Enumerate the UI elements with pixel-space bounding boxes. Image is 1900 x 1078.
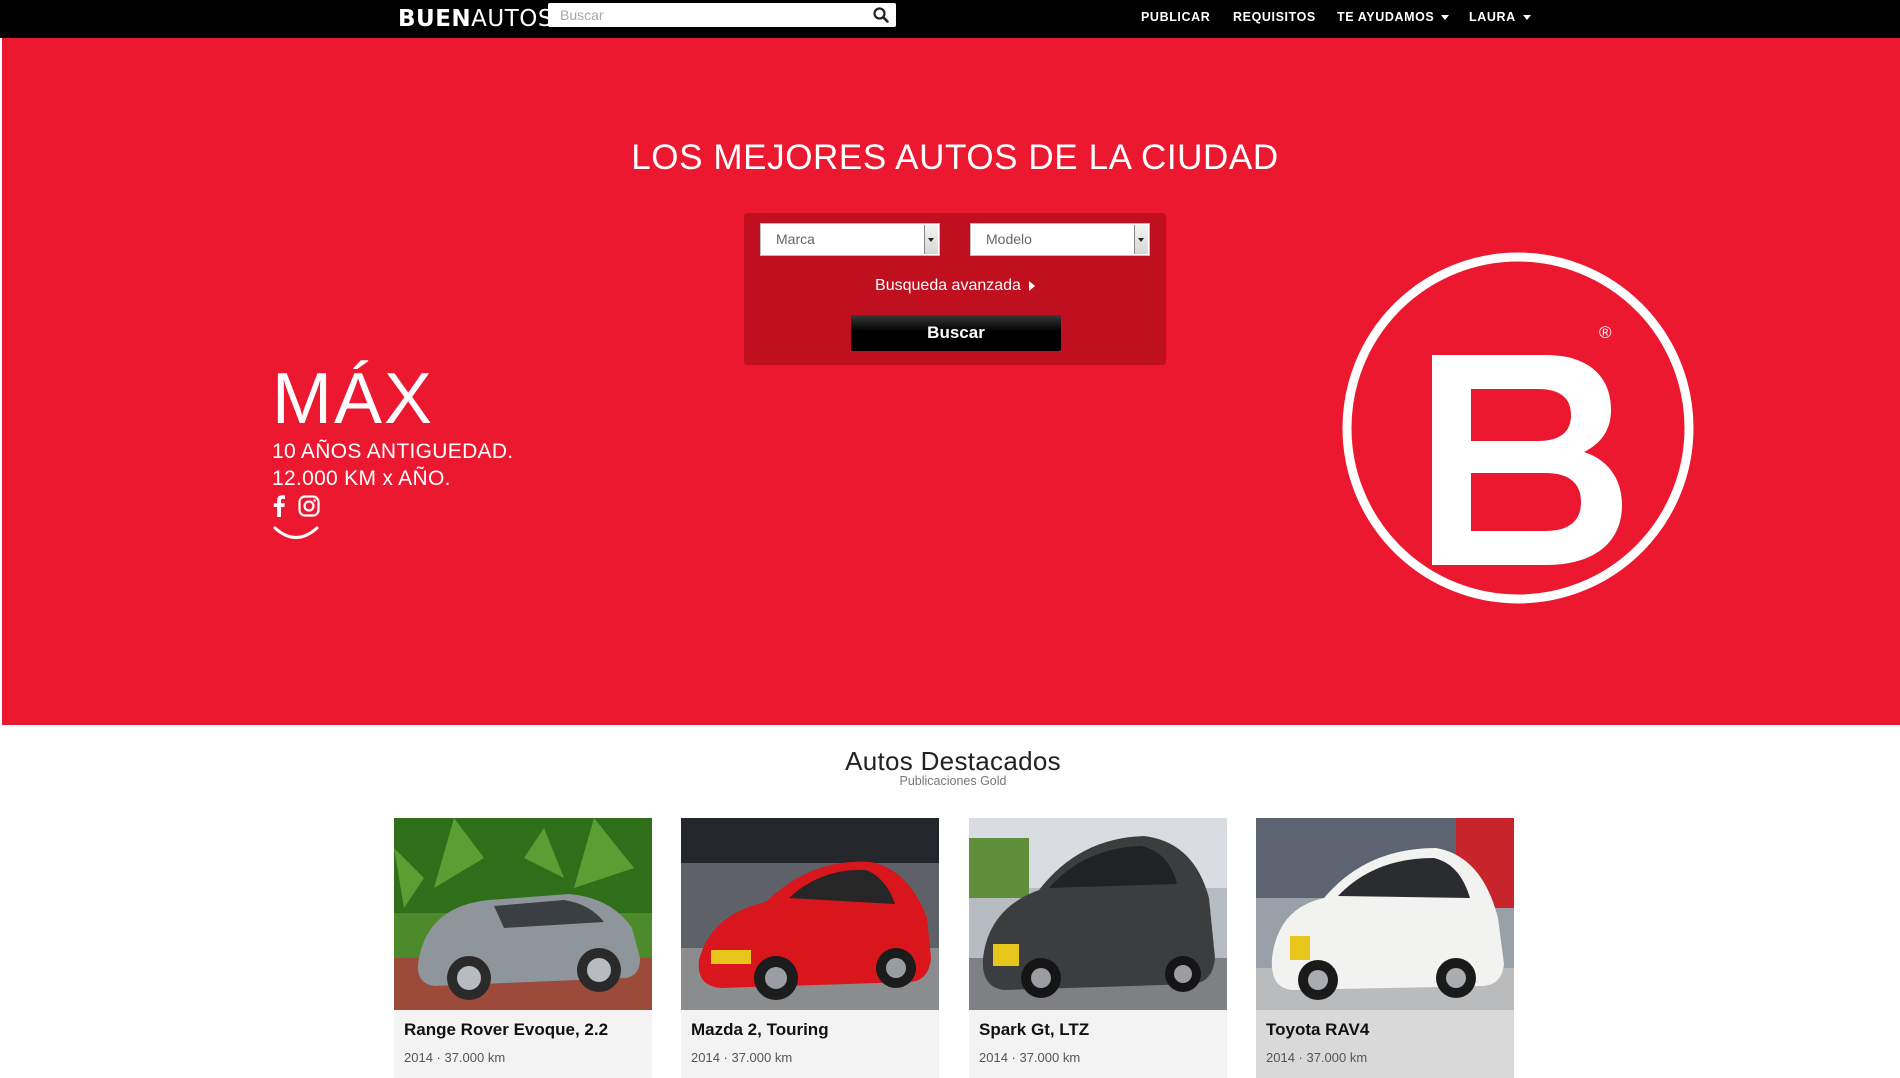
car-meta: 2014 · 37.000 km [979,1050,1081,1065]
logo-bold-text: BUEN [398,6,472,32]
smile-icon [273,526,319,539]
hero-title: LOS MEJORES AUTOS DE LA CIUDAD [631,138,1279,177]
facebook-icon[interactable] [272,495,286,517]
car-photo [1256,818,1514,1010]
buscar-button[interactable]: Buscar [851,315,1061,351]
hero-banner: LOS MEJORES AUTOS DE LA CIUDAD Marca Mod… [2,38,1900,725]
advanced-search-link[interactable]: Busqueda avanzada [744,277,1166,295]
chevron-down-icon [1441,15,1450,21]
nav-publicar-label: PUBLICAR [1141,10,1211,24]
car-search-panel: Marca Modelo Busqueda avanzada Buscar [744,213,1166,365]
top-navbar: BUENAUTOS PUBLICAR REQUISITOS TE AYUDAMO… [0,0,1900,38]
marca-select-value: Marca [776,231,815,247]
marca-select[interactable]: Marca [760,223,940,256]
nav-te-ayudamos[interactable]: TE AYUDAMOS [1337,0,1450,34]
car-photo [969,818,1227,1010]
instagram-icon[interactable] [298,495,320,517]
car-card[interactable]: Spark Gt, LTZ 2014 · 37.000 km [969,818,1227,1078]
advanced-search-label: Busqueda avanzada [875,277,1021,294]
search-icon[interactable] [872,6,890,24]
nav-user-label: LAURA [1469,10,1516,24]
car-card[interactable]: Range Rover Evoque, 2.2 2014 · 37.000 km [394,818,652,1078]
nav-user-menu[interactable]: LAURA [1469,0,1531,34]
site-logo[interactable]: BUENAUTOS [398,3,553,35]
brand-b-logo: ® [1342,252,1694,604]
car-meta: 2014 · 37.000 km [1266,1050,1368,1065]
caret-right-icon [1028,280,1035,291]
logo-light-text: AUTOS [471,6,553,32]
car-name: Range Rover Evoque, 2.2 [404,1020,609,1039]
car-card[interactable]: Mazda 2, Touring 2014 · 37.000 km [681,818,939,1078]
car-name: Toyota RAV4 [1266,1020,1370,1039]
car-photo [681,818,939,1010]
max-age-line: 10 AÑOS ANTIGUEDAD. [272,440,514,463]
dropdown-arrow-icon [1134,225,1148,254]
nav-te-ayudamos-label: TE AYUDAMOS [1337,10,1435,24]
nav-publicar[interactable]: PUBLICAR [1141,0,1210,34]
car-meta: 2014 · 37.000 km [404,1050,506,1065]
featured-subtitle: Publicaciones Gold [899,774,1007,788]
max-requirements: MÁX 10 AÑOS ANTIGUEDAD. 12.000 KM x AÑO. [272,360,513,492]
search-input[interactable] [548,3,870,27]
max-title: MÁX [272,359,435,439]
car-name: Mazda 2, Touring [691,1020,829,1039]
max-km-line: 12.000 KM x AÑO. [272,467,451,490]
modelo-select[interactable]: Modelo [970,223,1150,256]
registered-mark: ® [1599,323,1612,342]
car-meta: 2014 · 37.000 km [691,1050,793,1065]
car-photo [394,818,652,1010]
chevron-down-icon [1522,15,1531,21]
nav-requisitos[interactable]: REQUISITOS [1233,0,1316,34]
modelo-select-value: Modelo [986,231,1032,247]
search-bar [548,3,896,27]
nav-requisitos-label: REQUISITOS [1233,10,1316,24]
car-name: Spark Gt, LTZ [979,1020,1090,1039]
featured-title: Autos Destacados [845,746,1061,776]
car-card[interactable]: Toyota RAV4 2014 · 37.000 km [1256,818,1514,1078]
dropdown-arrow-icon [924,225,938,254]
